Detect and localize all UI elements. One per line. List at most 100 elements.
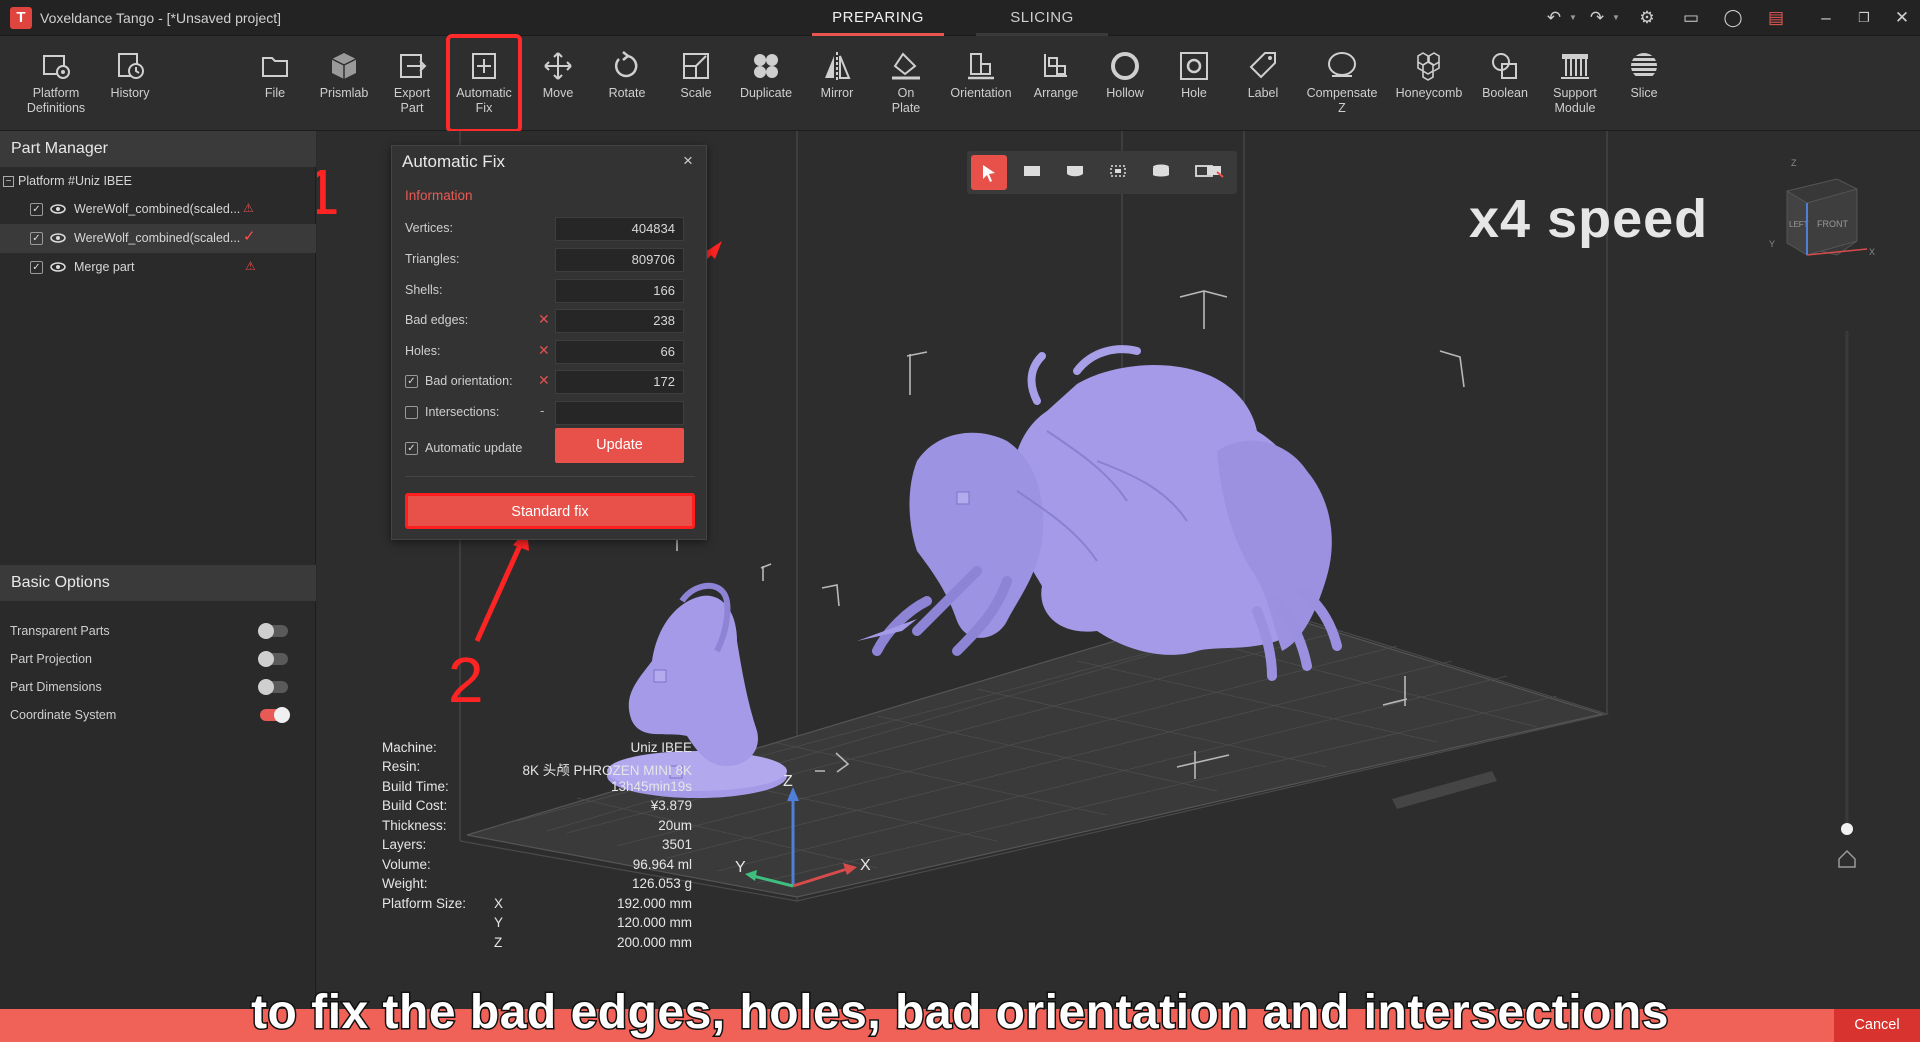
home-view-icon[interactable] <box>1838 849 1856 868</box>
part-3-checkbox[interactable]: ✓ <box>30 261 43 274</box>
redo-dropdown-icon[interactable]: ▼ <box>1612 12 1620 24</box>
update-button[interactable]: Update <box>555 428 684 463</box>
label-button[interactable]: Label <box>1227 36 1299 131</box>
coordinate-system-toggle[interactable] <box>260 707 290 723</box>
pointer-icon <box>983 165 995 182</box>
automatic-fix-button[interactable]: Automatic Fix <box>446 34 522 133</box>
video-subtitle: to fix the bad edges, holes, bad orienta… <box>250 985 1670 1041</box>
automatic-fix-icon <box>472 53 496 79</box>
part-1-checkbox[interactable]: ✓ <box>30 203 43 216</box>
visibility-eye-icon[interactable] <box>50 231 66 245</box>
view-cube-z-label: Z <box>1791 158 1797 168</box>
main-toolbar: Platform Definitions History File Prisml… <box>0 34 1920 133</box>
option-label: Part Dimensions <box>10 680 102 694</box>
warning-icon: ⚠ <box>243 201 254 215</box>
history-button[interactable]: History <box>94 36 166 131</box>
intersections-checkbox[interactable] <box>405 406 418 419</box>
honeycomb-button[interactable]: Honeycomb <box>1393 36 1465 131</box>
part-item-2[interactable]: ✓ WereWolf_combined(scaled... ✓ <box>0 224 316 253</box>
platform-definitions-icon <box>43 55 70 79</box>
dialog-close-icon[interactable]: × <box>680 151 696 170</box>
select-pointer-tool[interactable] <box>971 155 1007 190</box>
speed-overlay: x4 speed <box>1469 189 1709 249</box>
info-platform-y: Y 120.000 mm <box>494 915 692 930</box>
undo-icon[interactable]: ↶ <box>1541 6 1567 30</box>
orientation-button[interactable]: Orientation <box>945 36 1017 131</box>
hole-button[interactable]: Hole <box>1158 36 1230 131</box>
hollow-button[interactable]: Hollow <box>1089 36 1161 131</box>
platform-tree-item[interactable]: − Platform #Uniz IBEE <box>0 167 316 196</box>
window-title: Voxeldance Tango - [*Unsaved project] <box>40 10 282 26</box>
duplicate-button[interactable]: Duplicate <box>730 36 802 131</box>
compensate-z-button[interactable]: Compensate Z <box>1306 36 1378 131</box>
license-icon[interactable]: ▤ <box>1763 6 1789 30</box>
minimize-icon[interactable]: – <box>1813 6 1839 30</box>
select-region-tool[interactable] <box>1100 155 1136 190</box>
bad-orientation-checkbox[interactable]: ✓ <box>405 375 418 388</box>
folder-icon <box>262 57 288 77</box>
part-manager-header: Part Manager <box>0 131 316 167</box>
automatic-update-checkbox[interactable]: ✓ <box>405 442 418 455</box>
view-cube-x-label: X <box>1869 247 1875 257</box>
part-projection-toggle[interactable] <box>258 651 288 667</box>
move-button[interactable]: Move <box>522 36 594 131</box>
export-part-button[interactable]: Export Part <box>376 36 448 131</box>
rotate-button[interactable]: Rotate <box>591 36 663 131</box>
collapse-icon[interactable]: − <box>3 176 14 187</box>
part-item-1[interactable]: ✓ WereWolf_combined(scaled... ⚠ <box>0 195 316 224</box>
info-resin: Resin: 8K 头颅 PHROZEN MINI 8K <box>382 759 692 778</box>
close-window-icon[interactable]: ✕ <box>1889 6 1915 30</box>
tab-slicing[interactable]: SLICING <box>976 0 1108 36</box>
view-cube-y-label: Y <box>1769 239 1775 249</box>
part-item-3[interactable]: ✓ Merge part ⚠ <box>0 253 316 282</box>
intersections-value <box>555 401 684 425</box>
scale-button[interactable]: Scale <box>660 36 732 131</box>
boolean-button[interactable]: Boolean <box>1469 36 1541 131</box>
undo-dropdown-icon[interactable]: ▼ <box>1569 12 1577 24</box>
visibility-eye-icon[interactable] <box>50 202 66 216</box>
restore-icon[interactable]: ❐ <box>1851 6 1877 30</box>
select-surface-tool[interactable] <box>1057 155 1093 190</box>
info-platform-x: Platform Size: X 192.000 mm <box>382 896 692 911</box>
chat-icon[interactable]: ▭ <box>1678 6 1704 30</box>
arrange-button[interactable]: Arrange <box>1020 36 1092 131</box>
platform-definitions-button[interactable]: Platform Definitions <box>20 36 92 131</box>
option-label: Coordinate System <box>10 708 117 722</box>
bad-edges-value: 238 <box>555 309 684 333</box>
on-plate-icon <box>892 52 920 80</box>
transparent-parts-toggle[interactable] <box>258 623 288 639</box>
history-icon <box>118 53 144 79</box>
orientation-icon <box>968 53 994 80</box>
werewolf-model[interactable] <box>857 345 1342 681</box>
support-module-button[interactable]: Support Module <box>1539 36 1611 131</box>
settings-gear-icon[interactable]: ⚙ <box>1634 6 1660 30</box>
zoom-slider-handle[interactable] <box>1841 823 1853 835</box>
select-inverse-tool[interactable] <box>1200 155 1230 190</box>
triangles-row: Triangles: 809706 <box>405 247 695 273</box>
select-box-tool[interactable] <box>1014 155 1050 190</box>
mirror-button[interactable]: Mirror <box>801 36 873 131</box>
tab-preparing[interactable]: PREPARING <box>812 0 944 36</box>
select-layer-tool[interactable] <box>1143 155 1179 190</box>
annotation-number-1: 1 <box>317 156 340 228</box>
part-2-checkbox[interactable]: ✓ <box>30 232 43 245</box>
prismlab-button[interactable]: Prismlab <box>308 36 380 131</box>
tag-icon <box>1249 52 1276 79</box>
title-bar: T Voxeldance Tango - [*Unsaved project] … <box>0 0 1920 36</box>
honeycomb-icon <box>1417 52 1440 81</box>
redo-icon[interactable]: ↷ <box>1584 6 1610 30</box>
visibility-eye-icon[interactable] <box>50 260 66 274</box>
info-platform-z: Z 200.000 mm <box>494 935 692 950</box>
account-icon[interactable]: ◯ <box>1720 6 1746 30</box>
arrange-icon <box>1044 54 1067 77</box>
option-part-dimensions: Part Dimensions <box>10 673 306 701</box>
file-button[interactable]: File <box>239 36 311 131</box>
part-dimensions-toggle[interactable] <box>258 679 288 695</box>
slice-button[interactable]: Slice <box>1608 36 1680 131</box>
on-plate-button[interactable]: On Plate <box>870 36 942 131</box>
bad-edges-row: Bad edges: ✕ 238 <box>405 308 695 334</box>
cube-icon <box>331 53 357 79</box>
error-x-icon: ✕ <box>538 342 550 358</box>
view-cube[interactable]: LEFT FRONT Z Y X <box>1769 158 1875 257</box>
standard-fix-button[interactable]: Standard fix <box>405 493 695 529</box>
